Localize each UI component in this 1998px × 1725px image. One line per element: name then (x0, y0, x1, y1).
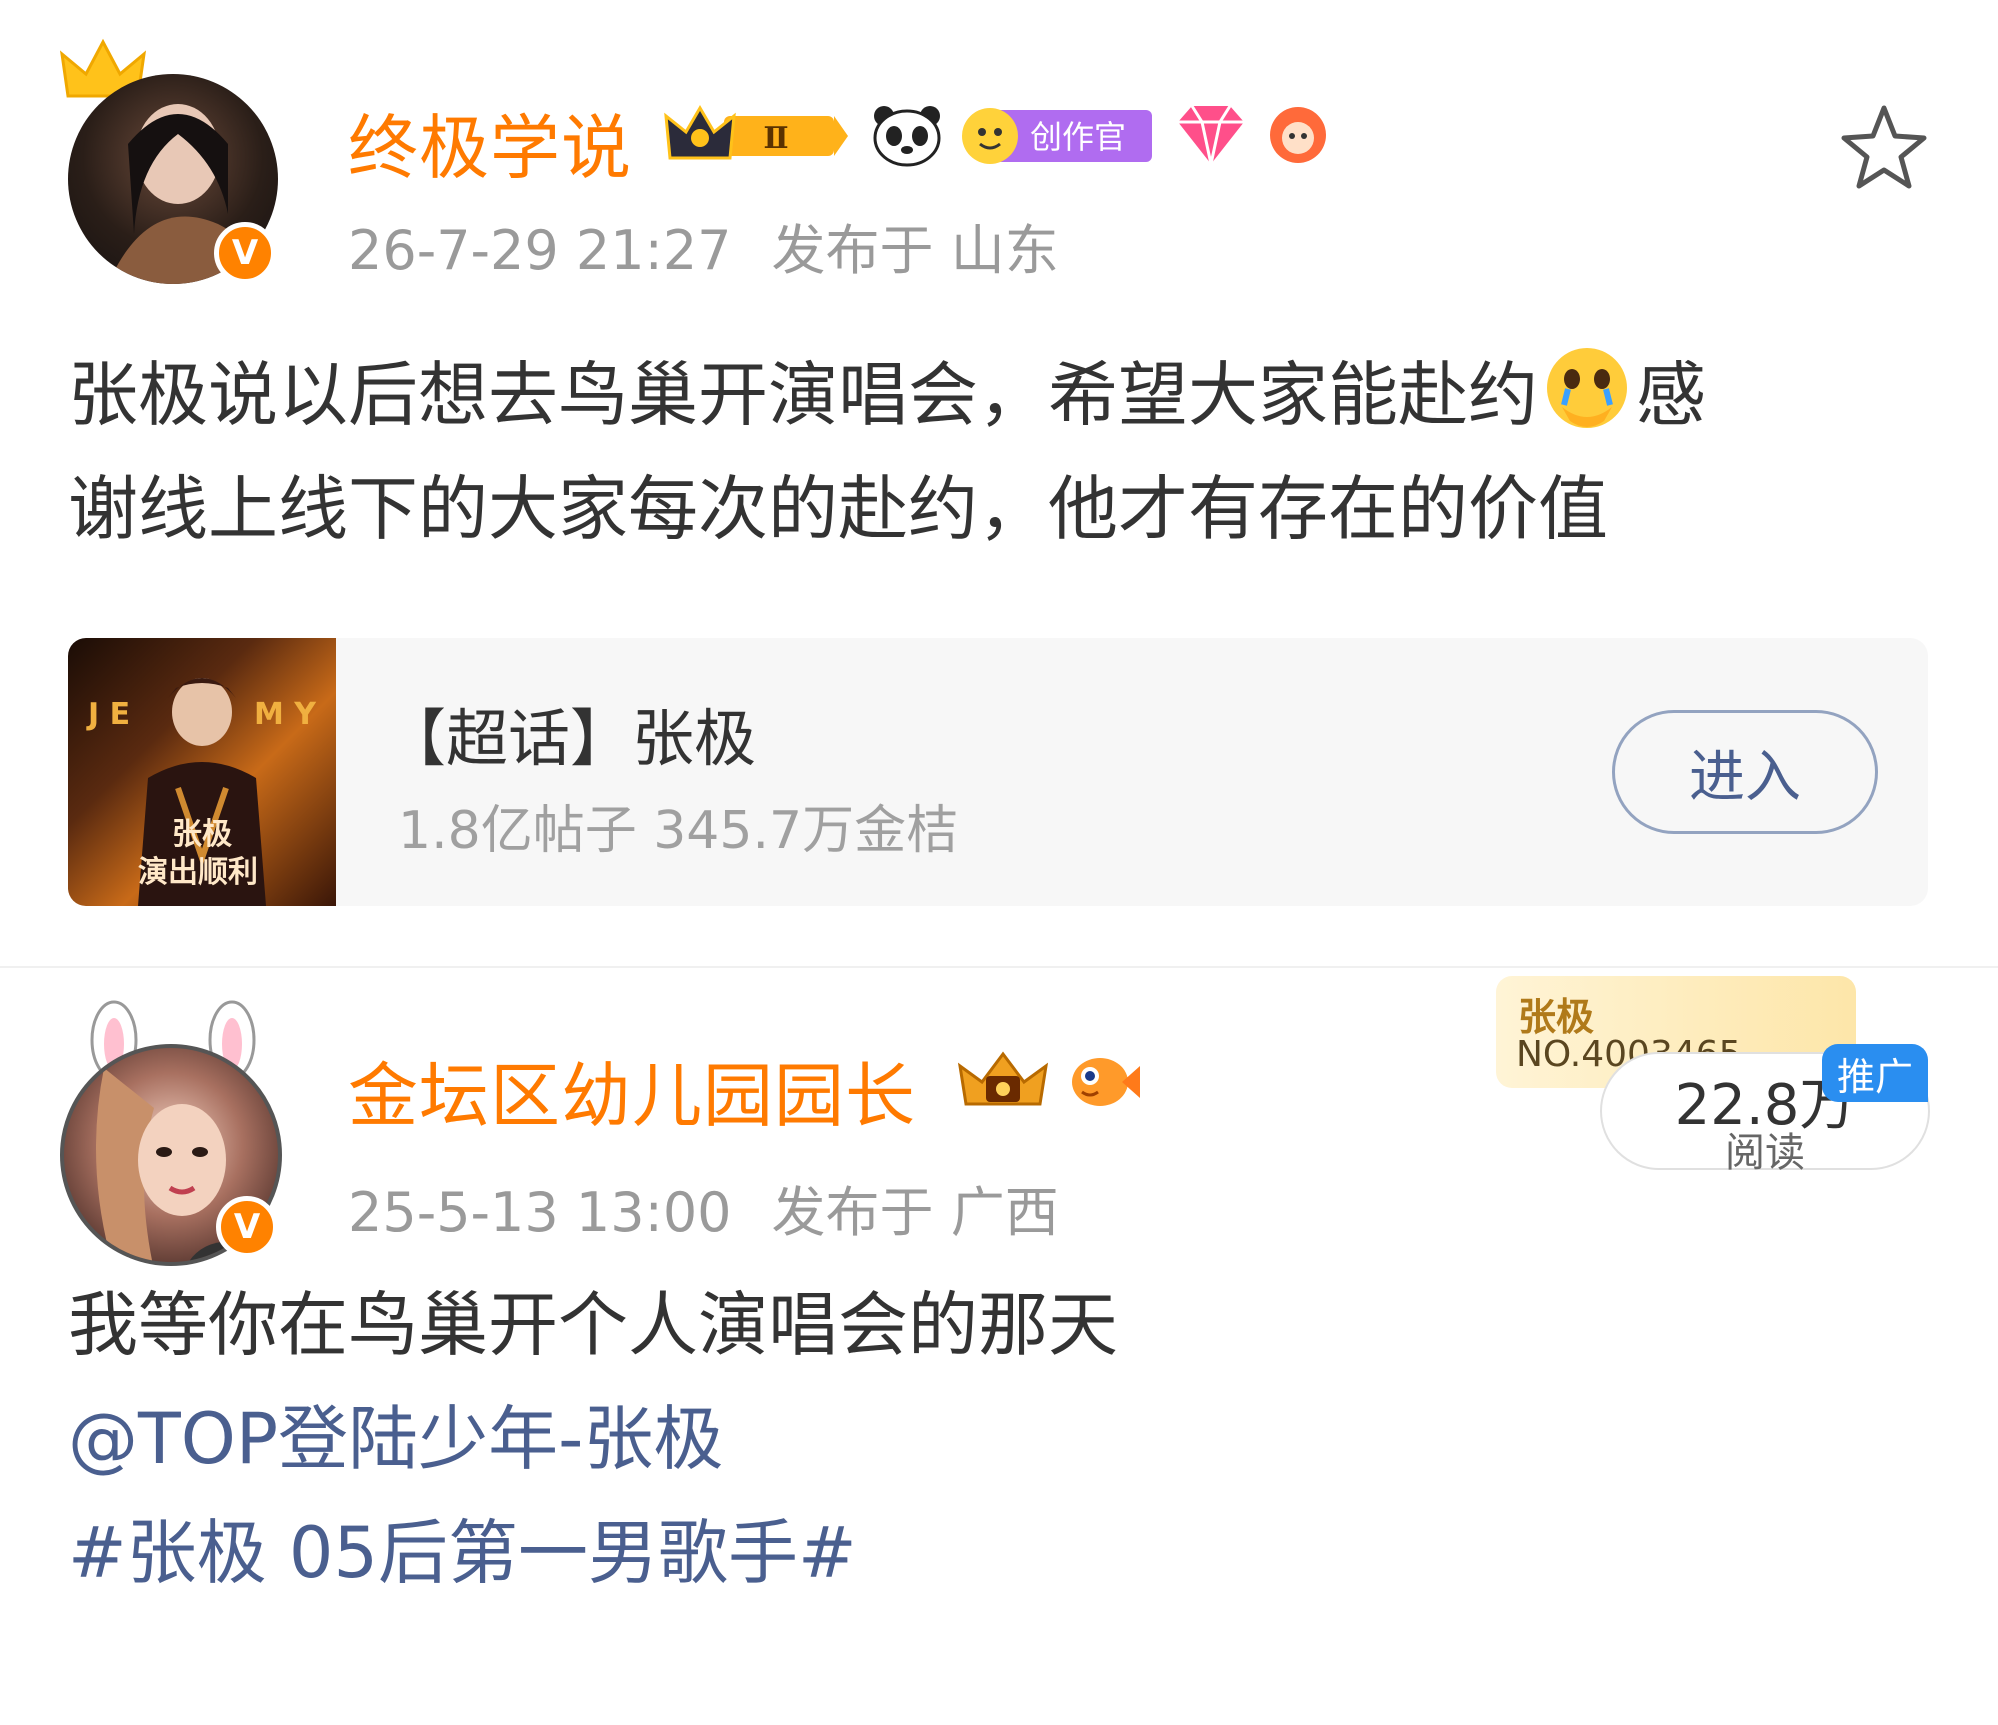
svg-text:演出顺利: 演出顺利 (138, 855, 258, 890)
enter-topic-button[interactable]: 进入 (1612, 710, 1878, 834)
username[interactable]: 金坛区幼儿园园长 (348, 1040, 916, 1141)
mention-link[interactable]: @TOP登陆少年-张极 (68, 1382, 1948, 1496)
svg-text:J E: J E (86, 697, 130, 732)
fan-circle-badge[interactable] (1266, 102, 1330, 168)
svg-text:M Y: M Y (254, 697, 317, 732)
post-text-line: 感 (1636, 354, 1706, 436)
panda-icon[interactable] (870, 102, 944, 168)
svg-text:Ⅱ: Ⅱ (763, 121, 788, 156)
topic-title[interactable]: 【超话】张极 (384, 688, 756, 778)
post-card: V 终极学说 Ⅱ 创作官 26-7-29 21:27 发布于 山东 张极说以后想… (0, 0, 1998, 968)
post-timestamp: 26-7-29 21:27 (348, 219, 732, 282)
fans-badge-name: 张极 (1518, 995, 1595, 1039)
post-text-line: 我等你在鸟巢开个人演唱会的那天 (68, 1284, 1118, 1366)
verified-badge-icon: V (216, 1196, 278, 1258)
user-badges: Ⅱ 创作官 (664, 102, 1330, 168)
username[interactable]: 终极学说 (348, 92, 632, 193)
svg-text:张极: 张极 (172, 817, 232, 852)
topic-thumbnail: J E M Y 张极 演出顺利 (68, 638, 336, 906)
post-card: V 金坛区幼儿园园长 25-5-13 13:00 发布于 广西 张极 NO.400… (0, 968, 1998, 1725)
crown-level-badge[interactable]: Ⅱ (664, 102, 854, 168)
topic-stats: 1.8亿帖子 345.7万金桔 (398, 801, 959, 861)
diamond-badge[interactable] (1172, 102, 1250, 168)
promote-tag[interactable]: 推广 (1822, 1044, 1928, 1102)
user-badges (956, 1048, 1142, 1114)
gold-crown-badge[interactable] (956, 1048, 1050, 1114)
post-meta: 26-7-29 21:27 发布于 山东 (348, 206, 1099, 285)
svg-text:创作官: 创作官 (1030, 118, 1126, 156)
crying-emoji-icon (1542, 343, 1632, 433)
post-text-line: 张极说以后想去鸟巢开演唱会，希望大家能赴约 (68, 354, 1538, 436)
post-location: 发布于 广西 (771, 1181, 1059, 1244)
read-label: 阅读 (1725, 1130, 1805, 1176)
post-text-line: 谢线上线下的大家每次的赴约，他才有存在的价值 (68, 468, 1608, 550)
post-location: 发布于 山东 (771, 219, 1059, 282)
creator-badge[interactable]: 创作官 (960, 102, 1156, 168)
post-text: 张极说以后想去鸟巢开演唱会，希望大家能赴约 感 谢线上线下的大家每次的赴约，他才… (68, 338, 1948, 566)
post-timestamp: 25-5-13 13:00 (348, 1181, 732, 1244)
fish-icon[interactable] (1066, 1048, 1142, 1114)
verified-badge-icon: V (214, 222, 276, 284)
post-meta: 25-5-13 13:00 发布于 广西 (348, 1168, 1099, 1247)
post-text: 我等你在鸟巢开个人演唱会的那天 @TOP登陆少年-张极 #张极 05后第一男歌手… (68, 1268, 1948, 1610)
favorite-star-icon[interactable] (1836, 100, 1932, 196)
hashtag-link[interactable]: #张极 05后第一男歌手# (68, 1496, 1948, 1610)
super-topic-card[interactable]: J E M Y 张极 演出顺利 【超话】张极 1.8亿帖子 345.7万金桔 进… (68, 638, 1928, 906)
